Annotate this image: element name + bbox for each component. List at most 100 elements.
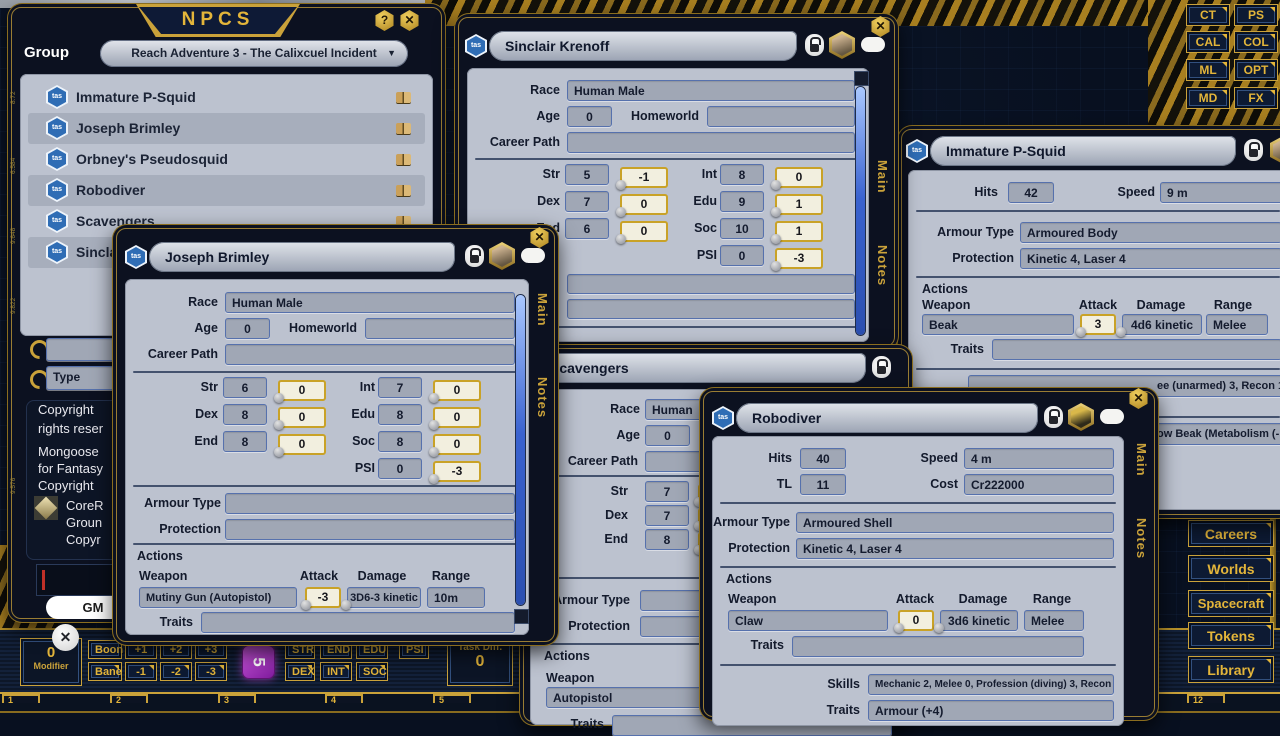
list-item[interactable]: tas Robodiver xyxy=(28,175,425,206)
tas-icon[interactable]: tas xyxy=(906,139,928,163)
portrait-icon[interactable] xyxy=(1068,403,1094,431)
worlds-button[interactable]: Worlds xyxy=(1188,555,1274,582)
weapon-name[interactable]: Claw xyxy=(728,610,888,631)
library-button[interactable]: Library xyxy=(1188,656,1274,683)
weapon-attack[interactable]: 3 xyxy=(1080,314,1116,335)
stepper-knob[interactable] xyxy=(1116,327,1126,337)
settings-gear-icon[interactable]: ✕ xyxy=(52,624,79,651)
tab-main[interactable]: Main xyxy=(1134,443,1149,477)
col-button[interactable]: COL xyxy=(1234,31,1278,53)
scrollbar[interactable] xyxy=(856,87,865,335)
help-icon[interactable]: ? xyxy=(374,10,395,31)
stepper-knob[interactable] xyxy=(274,420,284,430)
age-value[interactable]: 0 xyxy=(567,106,612,127)
book-icon[interactable] xyxy=(396,123,411,134)
tokens-button[interactable]: Tokens xyxy=(1188,622,1274,649)
homeworld-value[interactable] xyxy=(707,106,855,127)
str-value[interactable]: 6 xyxy=(223,377,267,398)
list-item[interactable]: tas Immature P-Squid xyxy=(28,82,425,113)
soc-value[interactable]: 10 xyxy=(720,218,764,239)
stepper-knob[interactable] xyxy=(616,180,626,190)
soc-mod[interactable]: 0 xyxy=(433,434,481,455)
stepper-knob[interactable] xyxy=(616,207,626,217)
int-mod[interactable]: 0 xyxy=(433,380,481,401)
fx-button[interactable]: FX xyxy=(1234,87,1278,109)
scrollbar-knob[interactable] xyxy=(854,71,869,86)
tas-icon[interactable]: tas xyxy=(125,245,147,269)
protection-value[interactable]: Kinetic 4, Laser 4 xyxy=(1020,248,1280,269)
md-button[interactable]: MD xyxy=(1186,87,1230,109)
protection-value[interactable] xyxy=(225,519,515,540)
weapon-name[interactable]: Mutiny Gun (Autopistol) xyxy=(139,587,297,608)
int-value[interactable]: 8 xyxy=(720,164,764,185)
stepper-knob[interactable] xyxy=(894,623,904,633)
stepper-knob[interactable] xyxy=(341,600,351,610)
stepper-knob[interactable] xyxy=(934,623,944,633)
tab-notes[interactable]: Notes xyxy=(535,377,550,418)
homeworld-value[interactable] xyxy=(365,318,515,339)
npc-name-field[interactable]: Scavengers xyxy=(534,353,866,383)
str-value[interactable]: 5 xyxy=(565,164,609,185)
dex-value[interactable]: 7 xyxy=(565,191,609,212)
cal-button[interactable]: CAL xyxy=(1186,31,1230,53)
opt-button[interactable]: OPT xyxy=(1234,59,1278,81)
bane-button[interactable]: Bane xyxy=(88,662,122,681)
chat-bubble-icon[interactable] xyxy=(1100,409,1124,424)
spacecraft-button[interactable]: Spacecraft xyxy=(1188,590,1274,617)
minus3-button[interactable]: -3 xyxy=(195,662,227,681)
weapon-range[interactable]: Melee xyxy=(1206,314,1268,335)
tab-main[interactable]: Main xyxy=(535,293,550,327)
age-value[interactable]: 0 xyxy=(225,318,270,339)
npc-name-field[interactable]: Sinclair Krenoff xyxy=(489,31,797,61)
cost-value[interactable]: Cr222000 xyxy=(964,474,1114,495)
dex-value[interactable]: 7 xyxy=(645,505,689,526)
career-path-value[interactable] xyxy=(225,344,515,365)
tl-value[interactable]: 11 xyxy=(800,474,846,495)
stepper-knob[interactable] xyxy=(616,234,626,244)
careers-button[interactable]: Careers xyxy=(1188,520,1274,547)
speed-value[interactable]: 4 m xyxy=(964,448,1114,469)
edu-mod[interactable]: 1 xyxy=(775,194,823,215)
age-value[interactable]: 0 xyxy=(645,425,690,446)
armour-type-value[interactable] xyxy=(225,493,515,514)
ct-button[interactable]: CT xyxy=(1186,4,1230,26)
close-icon[interactable]: ✕ xyxy=(399,10,420,31)
hits-value[interactable]: 40 xyxy=(800,448,846,469)
lock-icon[interactable] xyxy=(465,245,484,267)
book-icon[interactable] xyxy=(396,154,411,165)
edu-mod[interactable]: 0 xyxy=(433,407,481,428)
dex-mod[interactable]: 0 xyxy=(278,407,326,428)
end-value[interactable]: 6 xyxy=(565,218,609,239)
weapon-damage[interactable]: 3d6 kinetic xyxy=(940,610,1018,631)
stepper-knob[interactable] xyxy=(771,180,781,190)
weapon-damage[interactable]: 3D6-3 kinetic xyxy=(347,587,421,608)
psi-value[interactable]: 0 xyxy=(378,458,422,479)
lock-icon[interactable] xyxy=(805,34,824,56)
traits-value[interactable] xyxy=(201,612,515,633)
close-icon[interactable]: ✕ xyxy=(529,227,550,248)
chat-bubble-icon[interactable] xyxy=(861,37,885,52)
stepper-knob[interactable] xyxy=(1076,327,1086,337)
npc-name-field[interactable]: Robodiver xyxy=(736,403,1038,433)
portrait-icon[interactable] xyxy=(1270,136,1280,164)
edu-value[interactable]: 8 xyxy=(378,404,422,425)
weapon-range[interactable]: Melee xyxy=(1024,610,1084,631)
minus1-button[interactable]: -1 xyxy=(125,662,157,681)
weapon-range[interactable]: 10m xyxy=(427,587,485,608)
close-icon[interactable]: ✕ xyxy=(1128,388,1149,409)
tab-main[interactable]: Main xyxy=(875,160,890,194)
dex-value[interactable]: 8 xyxy=(223,404,267,425)
psi-mod[interactable]: -3 xyxy=(775,248,823,269)
stepper-knob[interactable] xyxy=(301,600,311,610)
soc-value[interactable]: 8 xyxy=(378,431,422,452)
end-mod[interactable]: 0 xyxy=(620,221,668,242)
chat-bubble-icon[interactable] xyxy=(521,248,545,263)
skills-value[interactable]: Mechanic 2, Melee 0, Profession (diving)… xyxy=(868,674,1114,695)
armour-type-value[interactable]: Armoured Body xyxy=(1020,222,1280,243)
scrollbar-knob[interactable] xyxy=(514,609,529,624)
int-value[interactable]: 7 xyxy=(378,377,422,398)
race-value[interactable]: Human Male xyxy=(567,80,855,101)
psi-value[interactable]: 0 xyxy=(720,245,764,266)
group-dropdown[interactable]: Reach Adventure 3 - The Calixcuel Incide… xyxy=(100,40,408,67)
stepper-knob[interactable] xyxy=(274,393,284,403)
